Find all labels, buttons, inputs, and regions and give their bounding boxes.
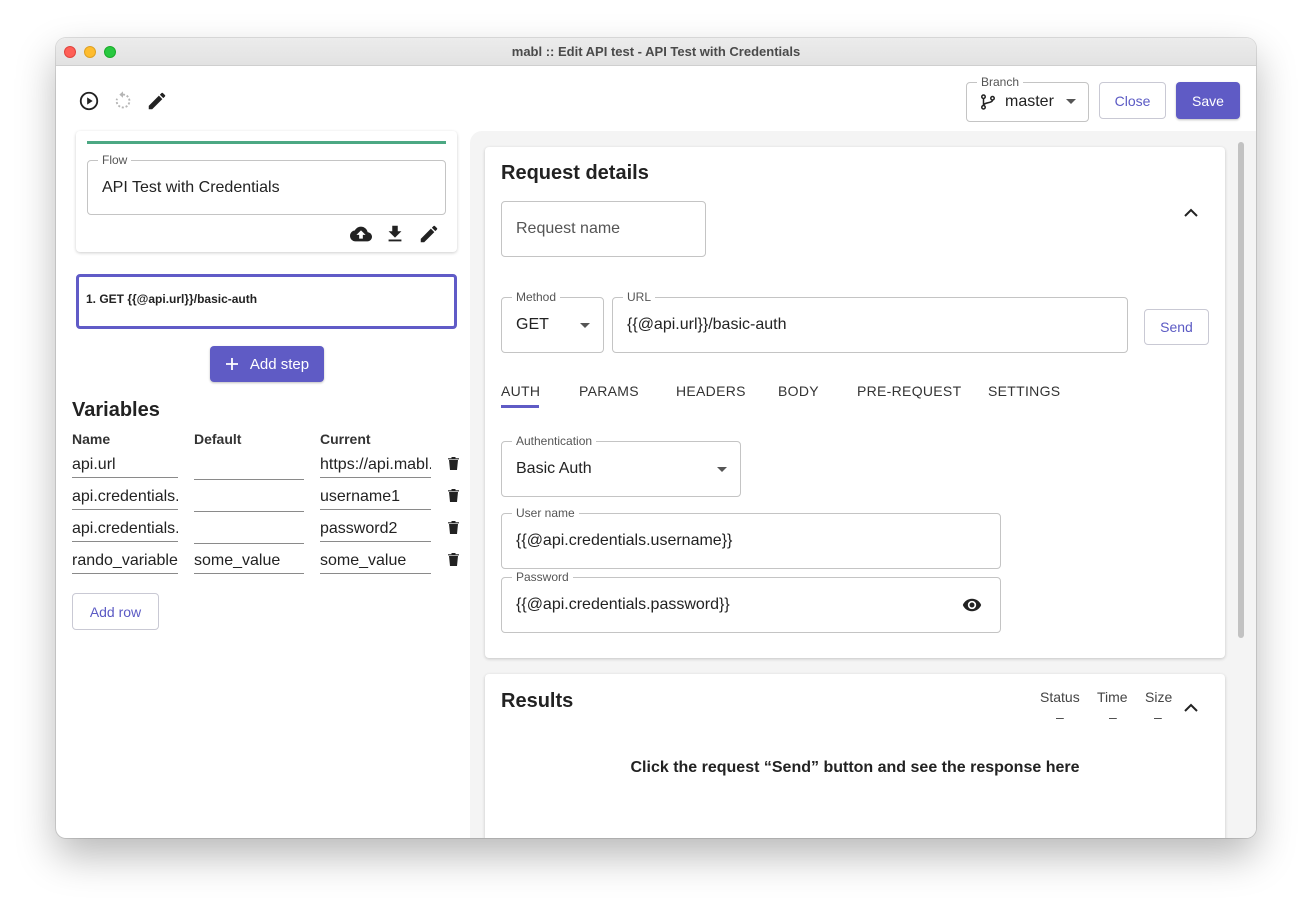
auth-type-label: Authentication — [512, 434, 597, 448]
url-label: URL — [623, 290, 656, 304]
col-header-name: Name — [72, 431, 111, 447]
var-default-input[interactable] — [194, 456, 304, 480]
var-name-input[interactable]: api.credentials.username — [72, 486, 178, 510]
git-branch-icon — [981, 94, 995, 110]
flow-label: Flow — [98, 153, 132, 167]
auth-type-select[interactable]: Authentication Basic Auth — [501, 434, 741, 497]
var-current-input[interactable]: username1 — [320, 486, 431, 510]
trash-icon[interactable] — [448, 553, 459, 566]
var-default-input[interactable]: some_value — [194, 550, 304, 574]
play-icon[interactable] — [78, 90, 100, 112]
send-button[interactable]: Send — [1144, 309, 1209, 345]
edit-pencil-icon[interactable] — [146, 90, 168, 112]
url-input[interactable]: URL {{@api.url}}/basic-auth — [612, 290, 1128, 353]
col-header-default: Default — [194, 431, 242, 447]
chevron-down-icon — [1066, 99, 1076, 104]
download-icon[interactable] — [384, 223, 406, 245]
app-window: mabl :: Edit API test - API Test with Cr… — [56, 38, 1256, 838]
trash-icon[interactable] — [448, 489, 459, 502]
add-step-label: Add step — [249, 355, 310, 373]
trash-icon[interactable] — [448, 521, 459, 534]
method-select[interactable]: Method GET — [501, 290, 604, 353]
window-title: mabl :: Edit API test - API Test with Cr… — [511, 44, 801, 59]
method-value: GET — [516, 316, 549, 333]
step-item[interactable]: 1. GET {{@api.url}}/basic-auth — [76, 274, 457, 329]
save-button[interactable]: Save — [1176, 82, 1240, 119]
var-default-input[interactable] — [194, 520, 304, 544]
var-default-input[interactable] — [194, 488, 304, 512]
username-input[interactable]: User name {{@api.credentials.username}} — [501, 506, 1001, 569]
trash-icon[interactable] — [448, 457, 459, 470]
eye-icon[interactable] — [962, 597, 982, 613]
method-label: Method — [512, 290, 561, 304]
auth-type-value: Basic Auth — [516, 460, 592, 477]
var-current-input[interactable]: https://api.mabl.com — [320, 454, 431, 478]
username-value: {{@api.credentials.username}} — [516, 532, 733, 549]
chevron-up-icon[interactable] — [1184, 208, 1198, 217]
var-current-input[interactable]: password2 — [320, 518, 431, 542]
chevron-up-icon[interactable] — [1184, 703, 1198, 712]
var-name-input[interactable]: api.url — [72, 454, 178, 478]
col-header-current: Current — [320, 431, 371, 447]
size-label: Size — [1145, 689, 1173, 705]
request-details-card: Request details Request name Method GET … — [485, 147, 1225, 658]
edit-flow-icon[interactable] — [418, 223, 440, 245]
password-input[interactable]: Password {{@api.credentials.password}} — [501, 570, 1001, 633]
tab-auth[interactable]: AUTH — [501, 383, 540, 399]
active-tab-indicator — [501, 405, 539, 408]
results-title: Results — [501, 690, 574, 712]
branch-select[interactable]: Branch master — [966, 75, 1089, 122]
request-name-input[interactable]: Request name — [501, 201, 706, 257]
tab-body[interactable]: BODY — [778, 383, 819, 399]
chevron-down-icon — [717, 467, 727, 472]
results-empty-message: Click the request “Send” button and see … — [630, 759, 1080, 776]
cloud-upload-icon[interactable] — [348, 223, 374, 245]
chevron-down-icon — [580, 323, 590, 328]
branch-value: master — [1005, 93, 1054, 110]
tab-pre-request[interactable]: PRE-REQUEST — [857, 383, 961, 399]
flow-name-value: API Test with Credentials — [102, 179, 280, 196]
variables-title: Variables — [72, 399, 160, 421]
tab-headers[interactable]: HEADERS — [676, 383, 746, 399]
status-label: Status — [1040, 689, 1080, 705]
var-name-input[interactable]: api.credentials.password — [72, 518, 178, 542]
time-label: Time — [1097, 689, 1128, 705]
flow-name-field[interactable]: Flow API Test with Credentials — [87, 153, 446, 215]
var-name-input[interactable]: rando_variable — [72, 550, 178, 574]
status-value: – — [1056, 709, 1064, 725]
var-current-input[interactable]: some_value — [320, 550, 431, 574]
tab-settings[interactable]: SETTINGS — [988, 383, 1060, 399]
add-step-button[interactable]: Add step — [210, 346, 324, 382]
close-button[interactable]: Close — [1099, 82, 1166, 119]
add-row-button[interactable]: Add row — [72, 593, 159, 630]
scrollbar-thumb[interactable] — [1238, 142, 1244, 638]
flow-card: Flow API Test with Credentials — [76, 131, 457, 252]
plus-icon — [225, 358, 238, 370]
branch-label: Branch — [977, 75, 1024, 89]
request-name-placeholder: Request name — [516, 220, 621, 237]
size-value: – — [1154, 709, 1162, 725]
flow-status-bar — [87, 141, 446, 144]
password-label: Password — [512, 570, 573, 584]
username-label: User name — [512, 506, 579, 520]
step-label: 1. GET {{@api.url}}/basic-auth — [86, 292, 258, 306]
url-value: {{@api.url}}/basic-auth — [627, 316, 787, 333]
time-value: – — [1109, 709, 1117, 725]
tab-params[interactable]: PARAMS — [579, 383, 639, 399]
reset-icon[interactable] — [112, 90, 134, 112]
title-bar: mabl :: Edit API test - API Test with Cr… — [56, 38, 1256, 66]
request-details-title: Request details — [501, 162, 649, 184]
password-value: {{@api.credentials.password}} — [516, 596, 730, 613]
